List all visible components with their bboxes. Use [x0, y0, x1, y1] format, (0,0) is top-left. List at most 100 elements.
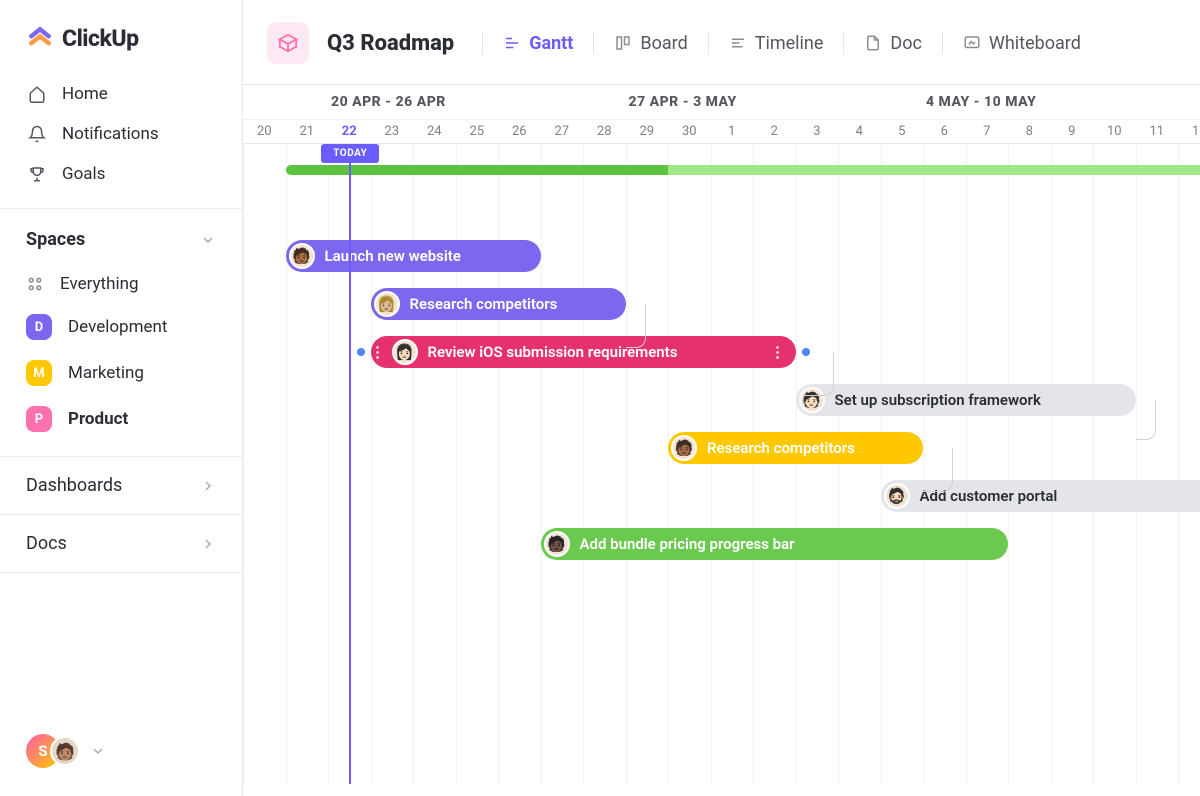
day-cell[interactable]: 27: [541, 124, 584, 139]
docs-section[interactable]: Docs: [0, 514, 242, 573]
chevron-down-icon[interactable]: [90, 743, 106, 759]
day-cell[interactable]: 5: [881, 124, 924, 139]
day-cell[interactable]: 21: [286, 124, 329, 139]
dependency-line: [804, 352, 834, 396]
day-cell[interactable]: 24: [413, 124, 456, 139]
primary-nav: Home Notifications Goals: [0, 70, 242, 208]
nav-goals[interactable]: Goals: [0, 154, 242, 194]
grid-line: [796, 144, 797, 784]
drag-handle-icon[interactable]: [774, 346, 782, 359]
nav-home[interactable]: Home: [0, 74, 242, 114]
everything-icon: [26, 275, 44, 293]
assignee-avatar[interactable]: 👩🏻: [392, 339, 418, 365]
gantt-task[interactable]: 🧑🏿Add bundle pricing progress bar: [541, 528, 1009, 560]
sidebar-footer: S 🧑🏽: [0, 716, 242, 796]
day-cell[interactable]: 29: [626, 124, 669, 139]
day-cell[interactable]: 28: [583, 124, 626, 139]
grid-line: [1051, 144, 1052, 784]
day-cell[interactable]: 4: [838, 124, 881, 139]
week-row: 20 APR - 26 APR27 APR - 3 MAY4 MAY - 10 …: [243, 85, 1200, 119]
trophy-icon: [28, 165, 46, 183]
dependency-dot[interactable]: [357, 348, 365, 356]
main: Q3 Roadmap Gantt Board Timeline Doc: [243, 0, 1200, 796]
nav-notifications-label: Notifications: [62, 124, 159, 144]
day-cell[interactable]: 11: [1136, 124, 1179, 139]
dashboards-section[interactable]: Dashboards: [0, 456, 242, 514]
space-label: Product: [68, 409, 128, 429]
day-cell[interactable]: 23: [371, 124, 414, 139]
tab-label: Timeline: [755, 33, 824, 54]
logo[interactable]: ClickUp: [0, 0, 242, 70]
dependency-line: [626, 304, 646, 348]
space-development[interactable]: D Development: [0, 304, 242, 350]
tab-label: Board: [640, 33, 687, 54]
day-cell[interactable]: 1: [711, 124, 754, 139]
gantt-task[interactable]: 👩🏻Review iOS submission requirements: [371, 336, 796, 368]
user-avatar-photo[interactable]: 🧑🏽: [50, 736, 80, 766]
brand-name: ClickUp: [62, 25, 139, 52]
nav-home-label: Home: [62, 84, 108, 104]
gantt-header: 20 APR - 26 APR27 APR - 3 MAY4 MAY - 10 …: [243, 85, 1200, 144]
tab-whiteboard[interactable]: Whiteboard: [961, 29, 1083, 58]
tab-doc[interactable]: Doc: [862, 29, 924, 58]
gantt-task[interactable]: 🧑🏾 Research competitors: [668, 432, 923, 464]
grid-line: [626, 144, 627, 784]
day-cell[interactable]: 25: [456, 124, 499, 139]
spaces-header-label: Spaces: [26, 229, 85, 250]
assignee-avatar[interactable]: 🧑🏾: [289, 243, 315, 269]
day-cell[interactable]: 22: [328, 124, 371, 139]
day-cell[interactable]: 6: [923, 124, 966, 139]
gantt-task[interactable]: 👩🏼Research competitors: [371, 288, 626, 320]
day-cell[interactable]: 7: [966, 124, 1009, 139]
board-icon: [614, 34, 632, 52]
divider: [843, 32, 844, 54]
spaces-header[interactable]: Spaces: [0, 209, 242, 264]
day-cell[interactable]: 8: [1008, 124, 1051, 139]
day-row: 2021222324252627282930123456789101112: [243, 119, 1200, 143]
spaces-section: Spaces Everything D Development M Market…: [0, 208, 242, 456]
gantt-body[interactable]: TODAY🧑🏾Launch new website👩🏼Research comp…: [243, 144, 1200, 784]
box-icon: [277, 32, 299, 54]
day-cell[interactable]: 30: [668, 124, 711, 139]
grid-line: [286, 144, 287, 784]
space-badge: M: [26, 360, 52, 386]
space-product[interactable]: P Product: [0, 396, 242, 442]
tab-timeline[interactable]: Timeline: [727, 29, 826, 58]
grid-line: [583, 144, 584, 784]
space-marketing[interactable]: M Marketing: [0, 350, 242, 396]
gantt-task[interactable]: 🧑🏻Set up subscription framework: [796, 384, 1136, 416]
task-label: Research competitors: [707, 439, 855, 457]
space-everything[interactable]: Everything: [0, 264, 242, 304]
assignee-avatar[interactable]: 🧑🏿: [544, 531, 570, 557]
nav-notifications[interactable]: Notifications: [0, 114, 242, 154]
grid-line: [541, 144, 542, 784]
divider: [708, 32, 709, 54]
day-cell[interactable]: 3: [796, 124, 839, 139]
topbar: Q3 Roadmap Gantt Board Timeline Doc: [243, 0, 1200, 84]
drag-handle-icon[interactable]: [374, 346, 382, 359]
tab-gantt[interactable]: Gantt: [501, 29, 575, 58]
day-cell[interactable]: 10: [1093, 124, 1136, 139]
grid-line: [1178, 144, 1179, 784]
gantt-view: 20 APR - 26 APR27 APR - 3 MAY4 MAY - 10 …: [243, 84, 1200, 796]
day-cell[interactable]: 9: [1051, 124, 1094, 139]
chevron-right-icon: [200, 478, 216, 494]
gantt-task[interactable]: 🧑🏾Launch new website: [286, 240, 541, 272]
page-title: Q3 Roadmap: [327, 31, 454, 56]
doc-icon: [864, 34, 882, 52]
page-icon[interactable]: [267, 22, 309, 64]
bell-icon: [28, 125, 46, 143]
tab-board[interactable]: Board: [612, 29, 689, 58]
assignee-avatar[interactable]: 🧔🏻: [884, 483, 910, 509]
day-cell[interactable]: 26: [498, 124, 541, 139]
grid-line: [1093, 144, 1094, 784]
space-badge: D: [26, 314, 52, 340]
tab-label: Doc: [890, 33, 922, 54]
day-cell[interactable]: 2: [753, 124, 796, 139]
assignee-avatar[interactable]: 👩🏼: [374, 291, 400, 317]
divider: [942, 32, 943, 54]
day-cell[interactable]: 20: [243, 124, 286, 139]
assignee-avatar[interactable]: 🧑🏾: [671, 435, 697, 461]
day-cell[interactable]: 12: [1178, 124, 1200, 139]
progress-done: [286, 165, 669, 175]
